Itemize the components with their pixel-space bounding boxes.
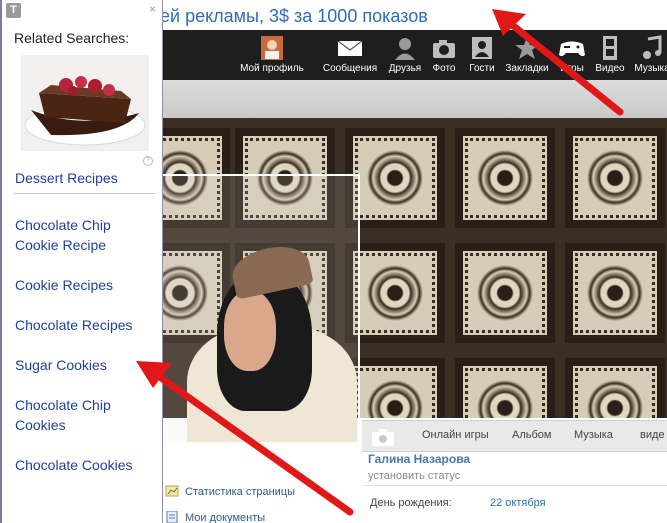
close-button[interactable]: × [149,2,156,16]
tab-album[interactable]: Альбом [512,429,551,441]
nav-label: Мой профиль [240,63,304,74]
top-navigation-bar: Мой профиль Сообщения Друзья Фото Гости [150,30,667,80]
cover-pattern-tile [345,358,445,418]
document-icon [166,511,178,523]
profile-header-strip [150,80,667,118]
dessert-thumbnail-image[interactable] [21,55,149,151]
profile-avatar[interactable] [160,174,360,444]
birthday-value[interactable]: 22 октября [490,497,546,509]
tab-online-games[interactable]: Онлайн игры [422,429,489,441]
camera-icon[interactable] [370,426,396,448]
help-icon[interactable]: ? [143,156,153,166]
film-icon [603,36,617,60]
cover-pattern-tile [565,243,665,343]
cover-pattern-tile [455,243,555,343]
envelope-icon [337,40,363,56]
star-icon [515,37,539,59]
related-search-chocolate-cookies[interactable]: Chocolate Cookies [15,455,155,475]
divider [364,485,667,486]
avatar-face [224,291,276,371]
panel-title: Related Searches: [14,30,130,46]
nav-music[interactable]: Музыка [620,33,667,74]
link-label: Мои документы [185,512,266,523]
music-icon [643,35,662,59]
related-search-dessert-recipes[interactable]: Dessert Recipes [15,168,155,188]
my-documents-link[interactable]: Мои документы [165,511,265,523]
toolbar-logo-icon: T [6,3,21,18]
related-search-sugar-cookies[interactable]: Sugar Cookies [15,355,155,375]
set-status-link[interactable]: установить статус [368,470,460,482]
tab-video[interactable]: виде [640,429,665,441]
page-statistics-link[interactable]: Статистика страницы [165,485,295,498]
cover-pattern-tile [565,358,665,418]
related-search-cookie-recipes[interactable]: Cookie Recipes [15,275,155,295]
divider [14,193,155,194]
profile-tabs-bar: Онлайн игры Альбом Музыка виде [362,420,667,452]
related-search-chocolate-chip-cookies[interactable]: Chocolate Chip Cookies [15,395,155,435]
profile-name[interactable]: Галина Назарова [368,452,470,466]
link-label: Статистика страницы [185,486,296,498]
related-search-chocolate-recipes[interactable]: Chocolate Recipes [15,315,155,335]
nav-my-profile[interactable]: Мой профиль [240,33,304,74]
related-searches-panel: T × Related Searches: ? Dessert Recipes … [0,0,163,523]
ad-banner-text[interactable]: ей рекламы, 3$ за 1000 показов [160,6,428,27]
profile-icon [261,36,283,60]
birthday-label: День рождения: [370,497,452,509]
related-search-chocolate-chip-cookie-recipe[interactable]: Chocolate Chip Cookie Recipe [15,215,155,255]
cover-pattern-tile [455,358,555,418]
cover-pattern-tile [455,128,555,228]
cover-pattern-tile [565,128,665,228]
nav-label: Музыка [634,63,667,74]
guests-icon [472,37,492,59]
chocolate-cake-image [21,55,149,151]
chart-icon [165,485,179,497]
cover-pattern-tile [345,128,445,228]
tab-music[interactable]: Музыка [574,429,613,441]
cover-pattern-tile [345,243,445,343]
